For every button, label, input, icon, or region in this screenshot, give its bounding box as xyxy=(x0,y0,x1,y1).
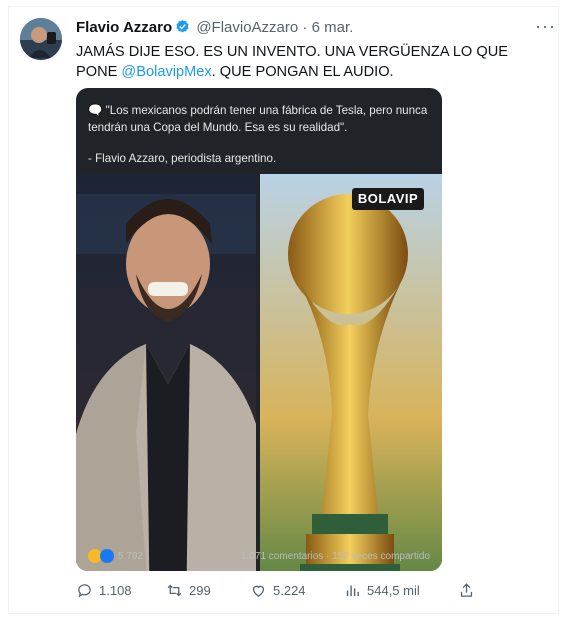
tweet-text-end: . QUE PONGAN EL AUDIO. xyxy=(211,64,394,80)
display-name[interactable]: Flavio Azzaro xyxy=(76,19,172,36)
retweet-icon xyxy=(167,584,182,597)
views-button[interactable]: 544,5 mil xyxy=(344,582,420,599)
comments-shares[interactable]: 1.071 comentarios · 152 veces compartido xyxy=(241,551,430,562)
share-icon xyxy=(460,583,473,597)
like-count: 5.224 xyxy=(273,583,306,598)
embedded-quote: 🗨️ "Los mexicanos podrán tener una fábri… xyxy=(88,102,433,167)
trophy-photo[interactable]: BOLAVIP xyxy=(260,174,442,571)
mention-link[interactable]: @BolavipMex xyxy=(121,64,211,80)
views-count: 544,5 mil xyxy=(367,583,420,598)
reply-icon xyxy=(78,584,91,598)
share-button[interactable] xyxy=(458,582,475,599)
reactions[interactable]: 5.792 xyxy=(88,549,143,563)
handle[interactable]: @FlavioAzzaro xyxy=(196,19,298,36)
quote-text: 🗨️ "Los mexicanos podrán tener una fábri… xyxy=(88,104,428,134)
tweet-text: JAMÁS DIJE ESO. ES UN INVENTO. UNA VERGÜ… xyxy=(76,42,526,82)
reply-count: 1.108 xyxy=(99,583,132,598)
tweet-date[interactable]: 6 mar. xyxy=(312,19,354,36)
logo-text: BOLAVIP xyxy=(357,191,419,206)
more-options-icon[interactable]: ··· xyxy=(535,16,556,37)
reply-button[interactable]: 1.108 xyxy=(76,582,132,599)
reactions-count: 5.792 xyxy=(118,550,144,562)
separator: · xyxy=(302,19,308,36)
tweet-actions: 1.108 299 5.224 544,5 mil xyxy=(76,582,496,604)
avatar[interactable] xyxy=(20,18,62,60)
retweet-count: 299 xyxy=(189,583,211,598)
media-images: BOLAVIP xyxy=(76,174,442,571)
views-icon xyxy=(346,585,359,597)
retweet-button[interactable]: 299 xyxy=(166,582,211,599)
person-photo[interactable] xyxy=(76,174,256,571)
tweet-header: Flavio Azzaro @FlavioAzzaro · 6 mar. xyxy=(76,19,353,36)
heart-icon xyxy=(252,585,265,597)
embedded-stats: 5.792 1.071 comentarios · 152 veces comp… xyxy=(78,543,440,569)
bolavip-logo: BOLAVIP xyxy=(352,188,424,210)
like-reaction-icon xyxy=(100,549,114,563)
embedded-media-card[interactable]: 🗨️ "Los mexicanos podrán tener una fábri… xyxy=(76,88,442,571)
quote-author: - Flavio Azzaro, periodista argentino. xyxy=(88,152,277,165)
like-button[interactable]: 5.224 xyxy=(250,582,306,599)
verified-icon xyxy=(175,19,190,34)
